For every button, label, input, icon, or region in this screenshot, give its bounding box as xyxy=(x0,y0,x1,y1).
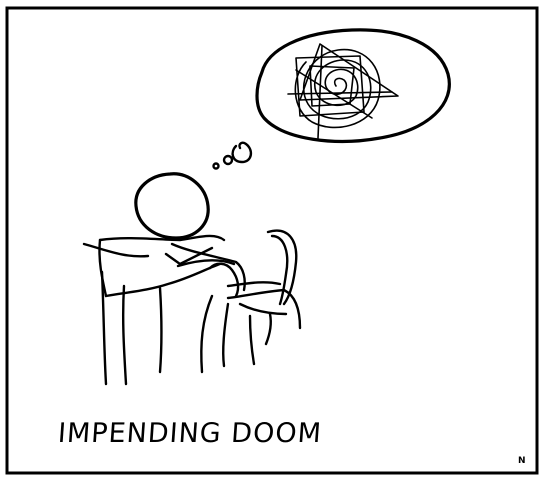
comic-caption: IMPENDING DOOM xyxy=(56,418,323,449)
comic-drawing xyxy=(5,6,539,475)
comic-panel xyxy=(0,0,544,480)
artist-signature: N xyxy=(518,456,526,466)
panel-border xyxy=(5,6,539,475)
